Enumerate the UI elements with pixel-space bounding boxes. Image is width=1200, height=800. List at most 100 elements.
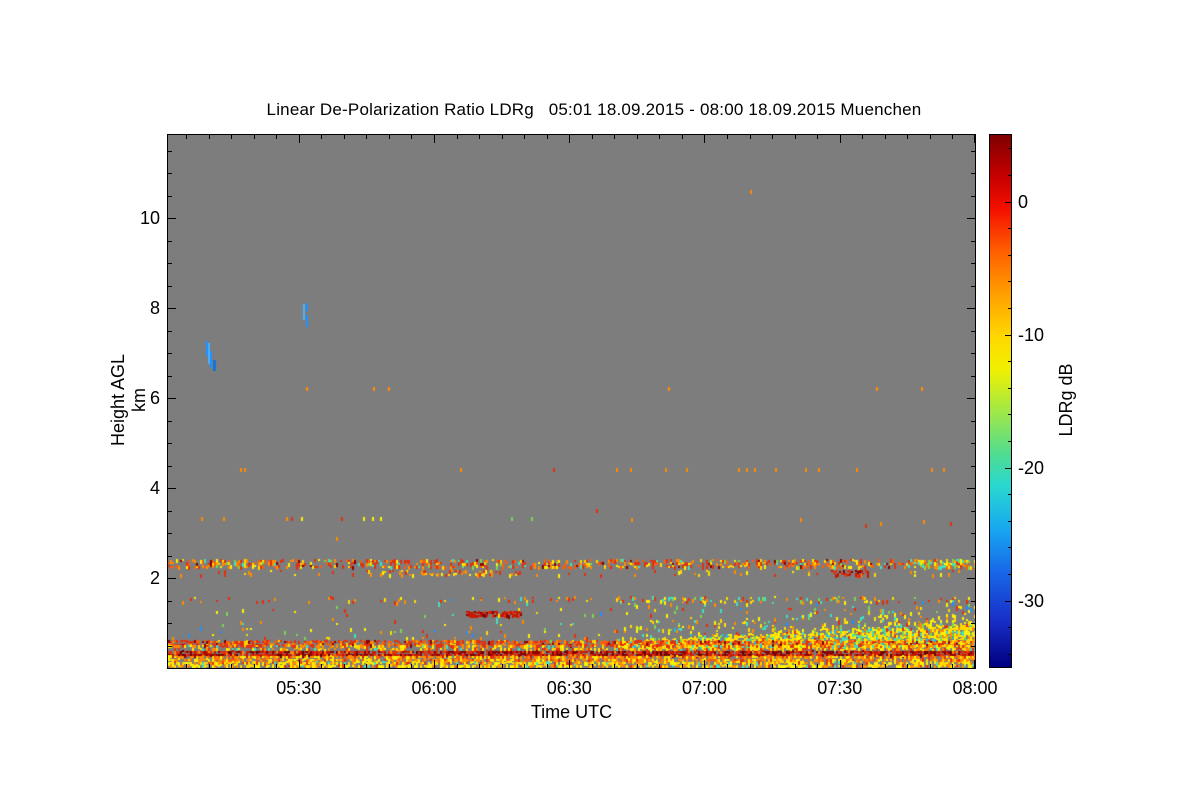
axis-tick	[967, 488, 975, 489]
axis-tick	[168, 466, 172, 467]
axis-tick	[321, 664, 322, 668]
axis-tick	[682, 664, 683, 668]
colorbar-tick-label: 0	[1018, 191, 1029, 212]
axis-tick	[840, 660, 841, 668]
axis-tick	[231, 664, 232, 668]
axis-tick	[971, 286, 975, 287]
axis-tick	[1008, 228, 1011, 229]
plot-area	[167, 134, 976, 669]
axis-tick	[434, 660, 435, 668]
axis-tick	[971, 466, 975, 467]
axis-tick	[971, 556, 975, 557]
axis-tick	[704, 135, 705, 143]
y-tick-label: 4	[149, 478, 160, 498]
axis-tick	[862, 135, 863, 139]
axis-tick	[750, 664, 751, 668]
axis-tick	[168, 398, 176, 399]
axis-tick	[276, 664, 277, 668]
axis-tick	[502, 135, 503, 139]
axis-tick	[186, 664, 187, 668]
axis-tick	[1008, 414, 1011, 415]
axis-tick	[659, 664, 660, 668]
axis-tick	[168, 556, 172, 557]
axis-tick	[930, 135, 931, 139]
axis-tick	[907, 664, 908, 668]
axis-tick	[885, 135, 886, 139]
axis-tick	[967, 218, 975, 219]
axis-tick	[971, 601, 975, 602]
axis-tick	[524, 135, 525, 139]
axis-tick	[974, 135, 975, 143]
axis-tick	[1008, 627, 1011, 628]
colorbar-tick-label: -30	[1018, 590, 1045, 611]
axis-tick	[1008, 308, 1011, 309]
axis-tick	[1008, 441, 1011, 442]
axis-tick	[389, 135, 390, 139]
axis-tick	[817, 664, 818, 668]
axis-tick	[974, 660, 975, 668]
axis-tick	[457, 135, 458, 139]
axis-tick	[952, 664, 953, 668]
axis-tick	[479, 135, 480, 139]
x-tick-label: 07:30	[817, 678, 863, 698]
heatmap-canvas	[168, 135, 975, 668]
axis-tick	[168, 623, 172, 624]
axis-tick	[366, 664, 367, 668]
axis-tick	[168, 331, 172, 332]
axis-tick	[457, 664, 458, 668]
axis-tick	[479, 664, 480, 668]
axis-tick	[772, 664, 773, 668]
axis-tick	[1008, 361, 1011, 362]
axis-tick	[299, 660, 300, 668]
axis-tick	[1008, 521, 1011, 522]
axis-tick	[209, 664, 210, 668]
x-axis-label: Time UTC	[530, 702, 613, 722]
axis-tick	[862, 664, 863, 668]
axis-tick	[168, 263, 172, 264]
axis-tick	[967, 578, 975, 579]
axis-tick	[1008, 547, 1011, 548]
axis-tick	[168, 511, 172, 512]
axis-tick	[967, 398, 975, 399]
axis-tick	[547, 664, 548, 668]
axis-tick	[1008, 574, 1011, 575]
axis-tick	[592, 664, 593, 668]
axis-tick	[1005, 601, 1011, 602]
colorbar-tick-label: -20	[1018, 457, 1045, 478]
axis-tick	[614, 135, 615, 139]
axis-tick	[168, 218, 176, 219]
colorbar	[989, 134, 1012, 668]
axis-tick	[411, 664, 412, 668]
axis-tick	[592, 135, 593, 139]
axis-tick	[502, 664, 503, 668]
axis-tick	[637, 664, 638, 668]
axis-tick	[727, 664, 728, 668]
axis-tick	[772, 135, 773, 139]
axis-tick	[1008, 255, 1011, 256]
axis-tick	[971, 646, 975, 647]
x-tick-label: 07:00	[681, 678, 727, 698]
axis-tick	[168, 578, 176, 579]
axis-tick	[168, 443, 172, 444]
axis-tick	[168, 376, 172, 377]
axis-tick	[524, 664, 525, 668]
axis-tick	[1008, 148, 1011, 149]
axis-tick	[659, 135, 660, 139]
axis-tick	[389, 664, 390, 668]
axis-tick	[168, 421, 172, 422]
axis-tick	[1005, 202, 1011, 203]
axis-tick	[1008, 388, 1011, 389]
chart-title: Linear De-Polarization Ratio LDRg 05:01 …	[266, 100, 922, 119]
axis-tick	[366, 135, 367, 139]
axis-tick	[614, 664, 615, 668]
axis-tick	[1008, 654, 1011, 655]
x-tick-label: 06:30	[546, 678, 592, 698]
axis-tick	[952, 135, 953, 139]
axis-tick	[971, 173, 975, 174]
axis-tick	[727, 135, 728, 139]
x-tick-label: 05:30	[276, 678, 322, 698]
axis-tick	[168, 286, 172, 287]
axis-tick	[971, 443, 975, 444]
colorbar-label: LDRg dB	[1056, 363, 1076, 437]
axis-tick	[971, 263, 975, 264]
